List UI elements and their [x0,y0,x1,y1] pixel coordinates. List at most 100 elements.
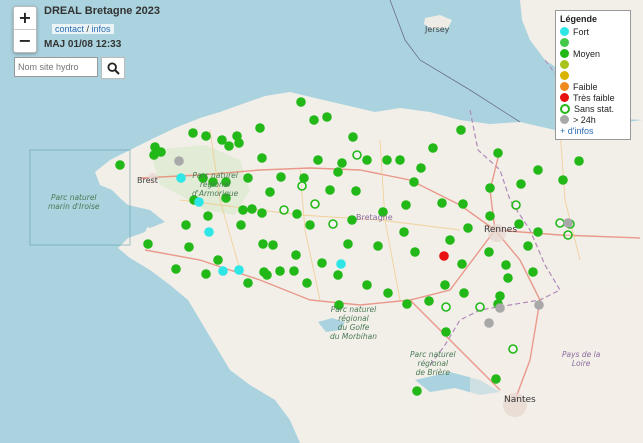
station-marker[interactable] [574,156,584,166]
station-marker[interactable] [257,208,267,218]
station-marker[interactable] [317,258,327,268]
station-marker[interactable] [201,269,211,279]
station-marker[interactable] [224,141,234,151]
station-marker[interactable] [297,181,307,191]
contact-link[interactable]: contact [55,24,84,34]
station-marker[interactable] [309,115,319,125]
zoom-in-button[interactable]: + [14,7,36,29]
station-marker[interactable] [247,204,257,214]
station-marker[interactable] [343,239,353,249]
station-marker[interactable] [503,273,513,283]
station-marker[interactable] [305,220,315,230]
station-marker[interactable] [511,200,521,210]
station-marker[interactable] [213,255,223,265]
station-marker[interactable] [456,125,466,135]
station-marker[interactable] [352,150,362,160]
station-marker[interactable] [351,186,361,196]
station-marker[interactable] [484,318,494,328]
station-marker[interactable] [383,288,393,298]
station-marker[interactable] [234,265,244,275]
station-marker[interactable] [262,270,272,280]
station-marker[interactable] [493,148,503,158]
station-marker[interactable] [457,259,467,269]
station-marker[interactable] [333,167,343,177]
search-input[interactable] [14,57,98,77]
station-marker[interactable] [275,266,285,276]
station-marker[interactable] [115,160,125,170]
station-marker[interactable] [243,173,253,183]
station-marker[interactable] [348,132,358,142]
station-marker[interactable] [289,266,299,276]
station-marker[interactable] [292,209,302,219]
station-marker[interactable] [508,344,518,354]
station-marker[interactable] [437,198,447,208]
station-marker[interactable] [439,251,449,261]
station-marker[interactable] [255,123,265,133]
station-marker[interactable] [416,163,426,173]
station-marker[interactable] [336,259,346,269]
station-marker[interactable] [563,218,573,228]
station-marker[interactable] [268,240,278,250]
station-marker[interactable] [382,155,392,165]
station-marker[interactable] [533,227,543,237]
station-marker[interactable] [424,296,434,306]
station-marker[interactable] [475,302,485,312]
station-marker[interactable] [533,165,543,175]
station-marker[interactable] [445,235,455,245]
station-marker[interactable] [279,205,289,215]
station-marker[interactable] [325,185,335,195]
station-marker[interactable] [188,128,198,138]
station-marker[interactable] [441,302,451,312]
station-marker[interactable] [236,220,246,230]
station-marker[interactable] [563,230,573,240]
zoom-out-button[interactable]: − [14,29,36,52]
station-marker[interactable] [143,239,153,249]
station-marker[interactable] [395,155,405,165]
station-marker[interactable] [409,177,419,187]
station-marker[interactable] [176,173,186,183]
station-marker[interactable] [204,227,214,237]
station-marker[interactable] [485,211,495,221]
station-marker[interactable] [171,264,181,274]
search-button[interactable] [101,57,125,79]
station-marker[interactable] [184,242,194,252]
station-marker[interactable] [362,280,372,290]
station-marker[interactable] [428,143,438,153]
station-marker[interactable] [322,112,332,122]
station-marker[interactable] [299,173,309,183]
station-marker[interactable] [276,172,286,182]
station-marker[interactable] [234,138,244,148]
station-marker[interactable] [313,155,323,165]
station-marker[interactable] [296,97,306,107]
station-marker[interactable] [328,219,338,229]
station-marker[interactable] [441,327,451,337]
station-marker[interactable] [201,131,211,141]
station-marker[interactable] [238,205,248,215]
station-marker[interactable] [463,223,473,233]
station-marker[interactable] [258,239,268,249]
station-marker[interactable] [373,241,383,251]
infos-link[interactable]: infos [92,24,111,34]
station-marker[interactable] [337,158,347,168]
station-marker[interactable] [257,153,267,163]
station-marker[interactable] [310,199,320,209]
station-marker[interactable] [149,150,159,160]
station-marker[interactable] [534,300,544,310]
station-marker[interactable] [555,218,565,228]
station-marker[interactable] [558,175,568,185]
more-info-link[interactable]: + d'infos [560,126,626,136]
station-marker[interactable] [203,211,213,221]
station-marker[interactable] [333,270,343,280]
station-marker[interactable] [523,241,533,251]
station-marker[interactable] [412,386,422,396]
station-marker[interactable] [495,291,505,301]
station-marker[interactable] [440,280,450,290]
station-marker[interactable] [484,247,494,257]
station-marker[interactable] [399,227,409,237]
station-marker[interactable] [528,267,538,277]
station-marker[interactable] [491,374,501,384]
station-marker[interactable] [194,197,204,207]
station-marker[interactable] [485,183,495,193]
station-marker[interactable] [516,179,526,189]
station-marker[interactable] [218,266,228,276]
